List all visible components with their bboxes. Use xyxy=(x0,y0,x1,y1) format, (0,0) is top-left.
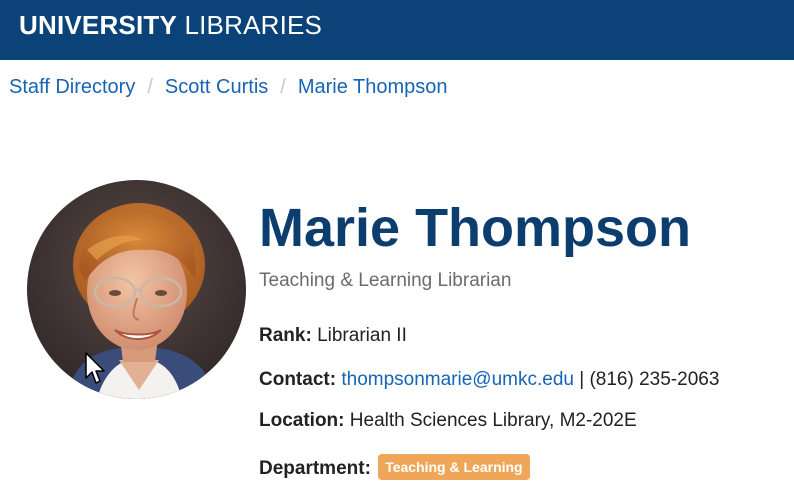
breadcrumb-separator: / xyxy=(280,76,286,98)
job-title: Teaching & Learning Librarian xyxy=(259,270,512,291)
rank-row: Rank: Librarian II xyxy=(259,325,407,347)
profile-name: Marie Thompson xyxy=(259,198,692,258)
location-label: Location: xyxy=(259,410,345,431)
rank-value: Librarian II xyxy=(317,325,407,346)
department-label: Department: xyxy=(259,458,371,479)
brand-light-text: LIBRARIES xyxy=(184,10,323,40)
rank-label: Rank: xyxy=(259,325,312,346)
department-badge[interactable]: Teaching & Learning xyxy=(378,454,530,480)
breadcrumb-link-current-page[interactable]: Marie Thompson xyxy=(298,76,448,98)
breadcrumb-separator: / xyxy=(147,76,153,98)
department-row: Department: Teaching & Learning xyxy=(259,454,530,480)
email-link[interactable]: thompsonmarie@umkc.edu xyxy=(341,369,574,390)
profile-photo xyxy=(27,180,246,399)
location-value: Health Sciences Library, M2-202E xyxy=(349,410,637,431)
site-header: UNIVERSITY LIBRARIES xyxy=(0,0,794,60)
breadcrumb: Staff Directory / Scott Curtis / Marie Thomp… xyxy=(9,75,448,99)
site-logo[interactable]: UNIVERSITY LIBRARIES xyxy=(19,10,322,40)
contact-row: Contact: thompsonmarie@umkc.edu | (816) … xyxy=(259,369,719,391)
breadcrumb-link-staff-directory[interactable]: Staff Directory xyxy=(9,76,135,98)
location-row: Location: Health Sciences Library, M2-20… xyxy=(259,410,637,432)
phone-number: (816) 235-2063 xyxy=(589,369,720,390)
breadcrumb-link-scott-curtis[interactable]: Scott Curtis xyxy=(165,76,268,98)
brand-bold-text: UNIVERSITY xyxy=(19,10,178,40)
contact-separator: | xyxy=(579,369,585,390)
mouse-pointer-icon xyxy=(85,352,105,384)
contact-label: Contact: xyxy=(259,369,337,390)
